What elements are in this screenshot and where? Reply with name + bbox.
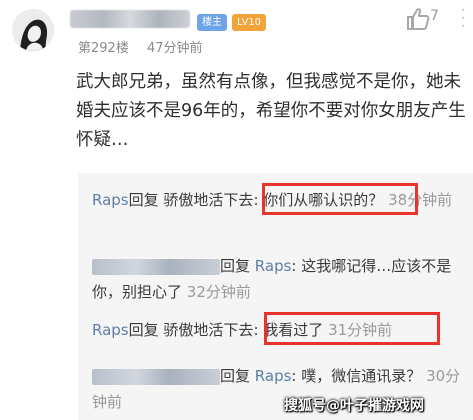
reply-target[interactable]: 骄傲地活下去 <box>163 321 253 339</box>
level-badge: LV10 <box>232 14 267 31</box>
comment-time: 47分钟前 <box>146 41 203 56</box>
reply-separator: : <box>253 321 259 339</box>
reply-time: 38分钟前 <box>388 191 453 209</box>
reply-verb: 回复 <box>128 191 159 209</box>
floor-number: 第292楼 <box>78 41 129 56</box>
reply-target[interactable]: Raps <box>255 367 292 385</box>
like-count: 7 <box>430 8 439 24</box>
username-blurred[interactable] <box>70 10 190 28</box>
reply-target[interactable]: 骄傲地活下去 <box>163 191 253 209</box>
reply-target[interactable]: Raps <box>255 257 292 275</box>
reply-separator: : <box>253 191 259 209</box>
reply-time: 32分钟前 <box>186 283 251 301</box>
reply-item[interactable]: Raps回复 骄傲地活下去: 我看过了 31分钟前 <box>92 317 470 343</box>
comment-meta: 第292楼 47分钟前 <box>78 37 217 56</box>
reply-separator: : <box>291 367 297 385</box>
reply-text: 你们从哪认识的？ <box>263 191 384 209</box>
watermark: 搜狐号@叶子摧游戏网 <box>284 398 424 414</box>
reply-author[interactable]: Raps <box>92 191 129 209</box>
reply-author-blurred[interactable] <box>92 258 220 275</box>
reply-time: 31分钟前 <box>328 321 393 339</box>
thumbs-up-icon <box>407 8 430 30</box>
owner-badge: 楼主 <box>197 14 227 31</box>
reply-item[interactable]: 回复 Raps: 这我哪记得…应该不是你，别担心了 32分钟前 <box>92 253 470 305</box>
reply-verb: 回复 <box>128 321 159 339</box>
reply-text: 我看过了 <box>263 321 324 339</box>
comment-text: 武大郎兄弟，虽然有点像，但我感觉不是你，她未婚夫应该不是96年的，希望你不要对你… <box>76 72 466 150</box>
reply-author[interactable]: Raps <box>92 321 129 339</box>
more-options-icon[interactable]: · · · <box>455 4 471 32</box>
reply-thread: Raps回复 骄傲地活下去: 你们从哪认识的？ 38分钟前 回复 Raps: 这… <box>78 173 473 420</box>
reply-separator: : <box>291 257 297 275</box>
avatar[interactable] <box>12 9 54 51</box>
reply-item[interactable]: Raps回复 骄傲地活下去: 你们从哪认识的？ 38分钟前 <box>92 187 470 213</box>
reply-verb: 回复 <box>220 257 251 275</box>
user-avatar-icon <box>12 9 54 51</box>
reply-verb: 回复 <box>220 367 251 385</box>
reply-author-blurred[interactable] <box>92 368 220 385</box>
reply-text: 噗，微信通讯录？ <box>301 367 422 385</box>
like-button[interactable] <box>405 7 431 31</box>
